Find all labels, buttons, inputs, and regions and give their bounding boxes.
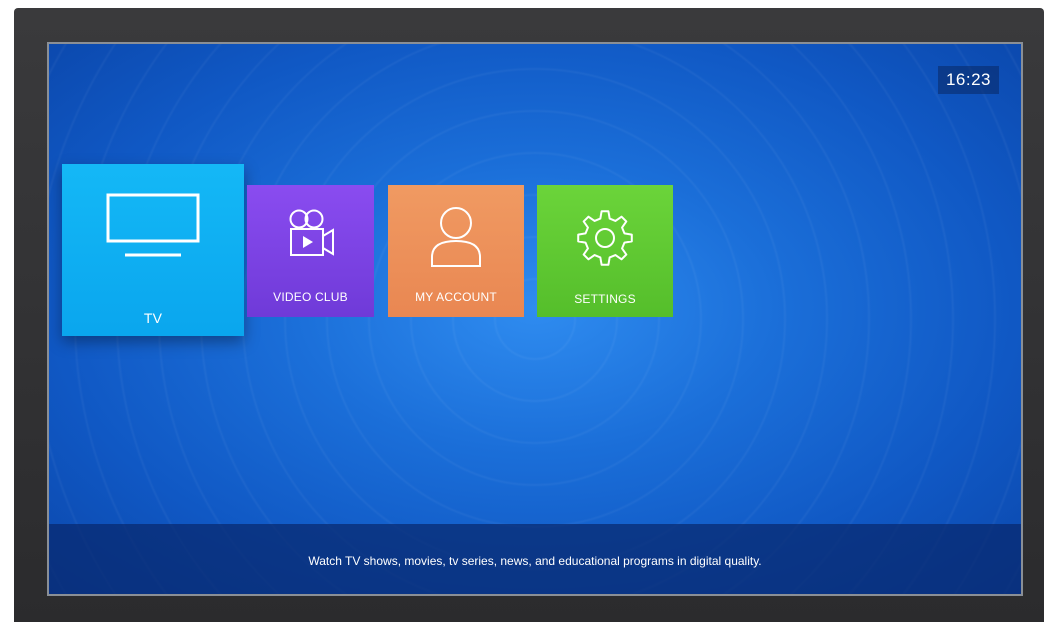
tile-my-account[interactable]: MY ACCOUNT [388,185,524,317]
clock: 16:23 [937,66,999,94]
description-bar: Watch TV shows, movies, tv series, news,… [49,524,1021,594]
user-icon [426,203,486,274]
tile-tv[interactable]: TV [62,164,244,336]
video-camera-icon [280,207,342,264]
tile-settings[interactable]: SETTINGS [537,185,673,317]
tile-video-club-label: VIDEO CLUB [273,290,348,304]
tile-settings-label: SETTINGS [574,292,636,306]
tv-screen: 16:23 TV VIDEO CLUB MY ACCOUNT SETTINGS … [47,42,1023,596]
tv-monitor-icon [105,192,201,265]
tile-my-account-label: MY ACCOUNT [415,290,497,304]
gear-icon [574,207,636,274]
tile-tv-label: TV [143,310,163,326]
description-text: Watch TV shows, movies, tv series, news,… [308,554,762,568]
tile-video-club[interactable]: VIDEO CLUB [247,185,374,317]
